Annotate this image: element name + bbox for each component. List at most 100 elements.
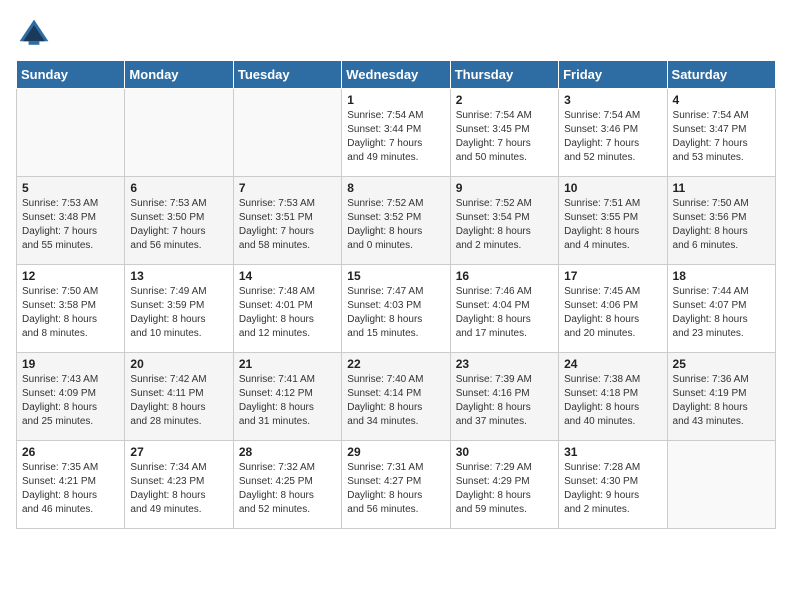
day-info: Sunrise: 7:52 AM Sunset: 3:54 PM Dayligh…	[456, 197, 553, 253]
header-tuesday: Tuesday	[233, 61, 341, 89]
day-info: Sunrise: 7:49 AM Sunset: 3:59 PM Dayligh…	[130, 285, 227, 341]
day-number: 17	[564, 269, 661, 283]
day-number: 8	[347, 181, 444, 195]
day-number: 19	[22, 357, 119, 371]
calendar-cell: 17 Sunrise: 7:45 AM Sunset: 4:06 PM Dayli…	[559, 265, 667, 353]
calendar-cell	[125, 89, 233, 177]
calendar-week-5: 26 Sunrise: 7:35 AM Sunset: 4:21 PM Dayli…	[17, 441, 776, 529]
logo	[16, 16, 56, 52]
day-number: 28	[239, 445, 336, 459]
logo-icon	[16, 16, 52, 52]
day-info: Sunrise: 7:39 AM Sunset: 4:16 PM Dayligh…	[456, 373, 553, 429]
day-number: 11	[673, 181, 770, 195]
header-wednesday: Wednesday	[342, 61, 450, 89]
day-number: 10	[564, 181, 661, 195]
calendar-cell: 15 Sunrise: 7:47 AM Sunset: 4:03 PM Dayli…	[342, 265, 450, 353]
day-info: Sunrise: 7:54 AM Sunset: 3:45 PM Dayligh…	[456, 109, 553, 165]
day-info: Sunrise: 7:52 AM Sunset: 3:52 PM Dayligh…	[347, 197, 444, 253]
header-sunday: Sunday	[17, 61, 125, 89]
page-header	[16, 16, 776, 52]
calendar-cell: 24 Sunrise: 7:38 AM Sunset: 4:18 PM Dayli…	[559, 353, 667, 441]
day-number: 31	[564, 445, 661, 459]
calendar-week-2: 5Sunrise: 7:53 AM Sunset: 3:48 PM Daylig…	[17, 177, 776, 265]
calendar-cell: 22 Sunrise: 7:40 AM Sunset: 4:14 PM Dayli…	[342, 353, 450, 441]
header-friday: Friday	[559, 61, 667, 89]
day-number: 27	[130, 445, 227, 459]
calendar-cell: 3 Sunrise: 7:54 AM Sunset: 3:46 PM Daylig…	[559, 89, 667, 177]
day-info: Sunrise: 7:53 AM Sunset: 3:51 PM Dayligh…	[239, 197, 336, 253]
day-info: Sunrise: 7:50 AM Sunset: 3:58 PM Dayligh…	[22, 285, 119, 341]
day-info: Sunrise: 7:54 AM Sunset: 3:47 PM Dayligh…	[673, 109, 770, 165]
header-saturday: Saturday	[667, 61, 775, 89]
calendar-cell: 23 Sunrise: 7:39 AM Sunset: 4:16 PM Dayli…	[450, 353, 558, 441]
day-info: Sunrise: 7:54 AM Sunset: 3:44 PM Dayligh…	[347, 109, 444, 165]
day-info: Sunrise: 7:29 AM Sunset: 4:29 PM Dayligh…	[456, 461, 553, 517]
calendar-cell: 6Sunrise: 7:53 AM Sunset: 3:50 PM Daylig…	[125, 177, 233, 265]
calendar-header-row: SundayMondayTuesdayWednesdayThursdayFrid…	[17, 61, 776, 89]
calendar-cell: 25Sunrise: 7:36 AM Sunset: 4:19 PM Dayli…	[667, 353, 775, 441]
day-number: 4	[673, 93, 770, 107]
calendar-cell	[667, 441, 775, 529]
day-info: Sunrise: 7:40 AM Sunset: 4:14 PM Dayligh…	[347, 373, 444, 429]
day-info: Sunrise: 7:50 AM Sunset: 3:56 PM Dayligh…	[673, 197, 770, 253]
day-number: 15	[347, 269, 444, 283]
header-monday: Monday	[125, 61, 233, 89]
day-number: 13	[130, 269, 227, 283]
day-info: Sunrise: 7:44 AM Sunset: 4:07 PM Dayligh…	[673, 285, 770, 341]
day-number: 1	[347, 93, 444, 107]
calendar-week-3: 12 Sunrise: 7:50 AM Sunset: 3:58 PM Dayli…	[17, 265, 776, 353]
day-info: Sunrise: 7:43 AM Sunset: 4:09 PM Dayligh…	[22, 373, 119, 429]
day-number: 30	[456, 445, 553, 459]
calendar-cell: 5Sunrise: 7:53 AM Sunset: 3:48 PM Daylig…	[17, 177, 125, 265]
calendar-cell: 19 Sunrise: 7:43 AM Sunset: 4:09 PM Dayli…	[17, 353, 125, 441]
calendar-cell: 18 Sunrise: 7:44 AM Sunset: 4:07 PM Dayli…	[667, 265, 775, 353]
calendar-cell: 26 Sunrise: 7:35 AM Sunset: 4:21 PM Dayli…	[17, 441, 125, 529]
calendar-cell: 12 Sunrise: 7:50 AM Sunset: 3:58 PM Dayli…	[17, 265, 125, 353]
day-number: 20	[130, 357, 227, 371]
calendar-cell: 20 Sunrise: 7:42 AM Sunset: 4:11 PM Dayli…	[125, 353, 233, 441]
day-info: Sunrise: 7:47 AM Sunset: 4:03 PM Dayligh…	[347, 285, 444, 341]
day-number: 9	[456, 181, 553, 195]
calendar-cell: 4 Sunrise: 7:54 AM Sunset: 3:47 PM Daylig…	[667, 89, 775, 177]
calendar-cell: 11 Sunrise: 7:50 AM Sunset: 3:56 PM Dayli…	[667, 177, 775, 265]
calendar-cell: 16 Sunrise: 7:46 AM Sunset: 4:04 PM Dayli…	[450, 265, 558, 353]
header-thursday: Thursday	[450, 61, 558, 89]
day-info: Sunrise: 7:32 AM Sunset: 4:25 PM Dayligh…	[239, 461, 336, 517]
calendar-cell: 27 Sunrise: 7:34 AM Sunset: 4:23 PM Dayli…	[125, 441, 233, 529]
calendar-cell: 30 Sunrise: 7:29 AM Sunset: 4:29 PM Dayli…	[450, 441, 558, 529]
calendar-cell: 31 Sunrise: 7:28 AM Sunset: 4:30 PM Dayli…	[559, 441, 667, 529]
day-number: 26	[22, 445, 119, 459]
calendar-week-1: 1 Sunrise: 7:54 AM Sunset: 3:44 PM Daylig…	[17, 89, 776, 177]
calendar-cell: 9 Sunrise: 7:52 AM Sunset: 3:54 PM Daylig…	[450, 177, 558, 265]
day-number: 12	[22, 269, 119, 283]
day-info: Sunrise: 7:35 AM Sunset: 4:21 PM Dayligh…	[22, 461, 119, 517]
day-info: Sunrise: 7:45 AM Sunset: 4:06 PM Dayligh…	[564, 285, 661, 341]
day-info: Sunrise: 7:54 AM Sunset: 3:46 PM Dayligh…	[564, 109, 661, 165]
day-info: Sunrise: 7:46 AM Sunset: 4:04 PM Dayligh…	[456, 285, 553, 341]
day-number: 24	[564, 357, 661, 371]
day-info: Sunrise: 7:53 AM Sunset: 3:48 PM Dayligh…	[22, 197, 119, 253]
day-info: Sunrise: 7:38 AM Sunset: 4:18 PM Dayligh…	[564, 373, 661, 429]
calendar-cell: 29Sunrise: 7:31 AM Sunset: 4:27 PM Dayli…	[342, 441, 450, 529]
calendar-cell: 2Sunrise: 7:54 AM Sunset: 3:45 PM Daylig…	[450, 89, 558, 177]
calendar-cell: 28 Sunrise: 7:32 AM Sunset: 4:25 PM Dayli…	[233, 441, 341, 529]
day-number: 3	[564, 93, 661, 107]
calendar-cell: 10 Sunrise: 7:51 AM Sunset: 3:55 PM Dayli…	[559, 177, 667, 265]
calendar-week-4: 19 Sunrise: 7:43 AM Sunset: 4:09 PM Dayli…	[17, 353, 776, 441]
day-info: Sunrise: 7:34 AM Sunset: 4:23 PM Dayligh…	[130, 461, 227, 517]
day-number: 22	[347, 357, 444, 371]
calendar-cell: 14 Sunrise: 7:48 AM Sunset: 4:01 PM Dayli…	[233, 265, 341, 353]
calendar-cell: 1 Sunrise: 7:54 AM Sunset: 3:44 PM Daylig…	[342, 89, 450, 177]
day-info: Sunrise: 7:51 AM Sunset: 3:55 PM Dayligh…	[564, 197, 661, 253]
calendar-cell	[17, 89, 125, 177]
day-number: 23	[456, 357, 553, 371]
day-info: Sunrise: 7:28 AM Sunset: 4:30 PM Dayligh…	[564, 461, 661, 517]
day-number: 16	[456, 269, 553, 283]
day-number: 14	[239, 269, 336, 283]
day-number: 18	[673, 269, 770, 283]
day-info: Sunrise: 7:48 AM Sunset: 4:01 PM Dayligh…	[239, 285, 336, 341]
calendar-cell: 21Sunrise: 7:41 AM Sunset: 4:12 PM Dayli…	[233, 353, 341, 441]
day-info: Sunrise: 7:36 AM Sunset: 4:19 PM Dayligh…	[673, 373, 770, 429]
day-info: Sunrise: 7:42 AM Sunset: 4:11 PM Dayligh…	[130, 373, 227, 429]
day-info: Sunrise: 7:41 AM Sunset: 4:12 PM Dayligh…	[239, 373, 336, 429]
